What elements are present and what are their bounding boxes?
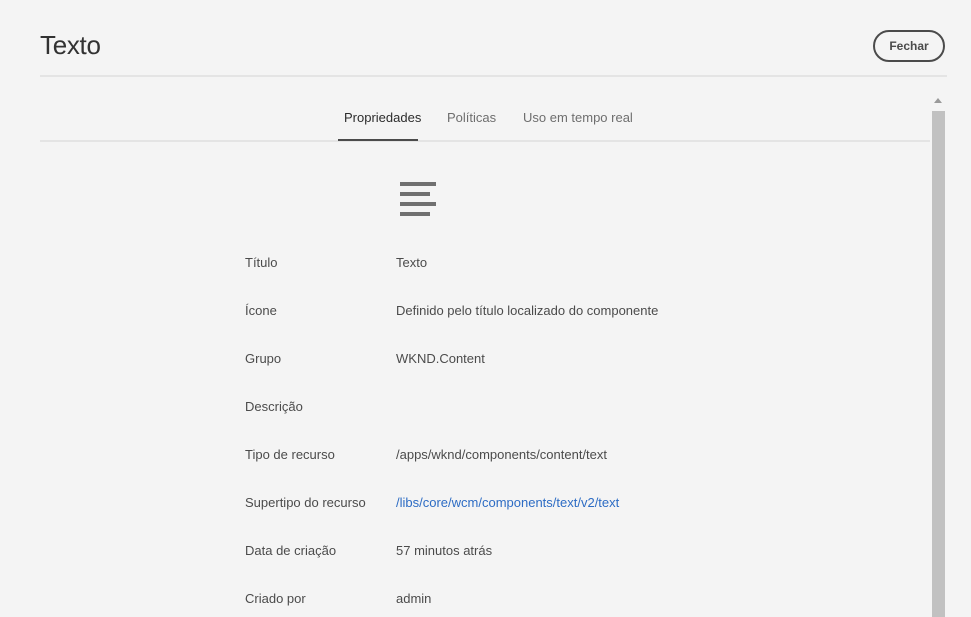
close-button[interactable]: Fechar bbox=[873, 30, 945, 62]
property-label-created-by: Criado por bbox=[245, 591, 306, 606]
property-value-title: Texto bbox=[396, 255, 428, 270]
text-align-left-icon bbox=[398, 180, 438, 216]
scrollbar-thumb[interactable] bbox=[932, 111, 945, 617]
property-label-icon: Ícone bbox=[245, 303, 277, 318]
property-value-icon: Definido pelo título localizado do compo… bbox=[396, 303, 659, 318]
scroll-up-arrow-icon[interactable] bbox=[934, 98, 942, 103]
property-label-description: Descrição bbox=[245, 399, 303, 414]
properties-panel: Propriedades Políticas Uso em tempo real… bbox=[40, 94, 930, 617]
tab-properties[interactable]: Propriedades bbox=[344, 110, 421, 125]
tab-policies[interactable]: Políticas bbox=[447, 110, 496, 125]
property-value-resource-type: /apps/wknd/components/content/text bbox=[396, 447, 608, 462]
property-label-resource-supertype: Supertipo do recurso bbox=[245, 495, 366, 510]
active-tab-indicator bbox=[338, 139, 418, 141]
tab-live-usage[interactable]: Uso em tempo real bbox=[523, 110, 633, 125]
header-bar: Texto Fechar bbox=[40, 0, 947, 77]
property-label-resource-type: Tipo de recurso bbox=[245, 447, 335, 462]
resource-supertype-link[interactable]: /libs/core/wcm/components/text/v2/text bbox=[396, 495, 619, 510]
property-value-created-date: 57 minutos atrás bbox=[396, 543, 493, 558]
page-title: Texto bbox=[40, 30, 101, 60]
property-label-created-date: Data de criação bbox=[245, 543, 337, 558]
vertical-scrollbar[interactable] bbox=[931, 94, 945, 617]
property-label-title: Título bbox=[245, 255, 278, 270]
property-value-created-by: admin bbox=[396, 591, 432, 606]
property-label-group: Grupo bbox=[245, 351, 282, 366]
property-value-group: WKND.Content bbox=[396, 351, 485, 366]
tab-bar: Propriedades Políticas Uso em tempo real bbox=[40, 94, 930, 142]
